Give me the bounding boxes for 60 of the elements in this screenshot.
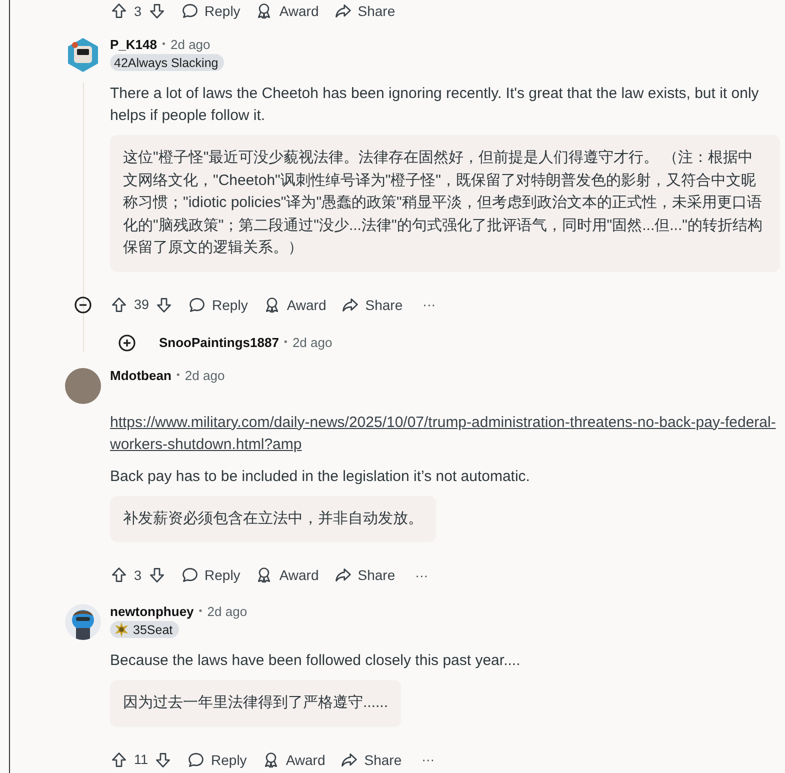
award-button[interactable]: Award xyxy=(255,566,319,584)
speech-bubble-icon xyxy=(188,296,206,314)
share-arrow-icon xyxy=(334,2,352,20)
flair-text: 35Seat xyxy=(133,622,173,636)
timestamp: 2d ago xyxy=(207,604,248,619)
username[interactable]: Mdotbean xyxy=(110,368,172,382)
comment-text: Because the laws have been followed closely this past year.... xyxy=(110,651,522,671)
reply-button[interactable]: Reply xyxy=(180,2,240,20)
downvote-button[interactable] xyxy=(148,1,166,21)
avatar-icon[interactable] xyxy=(65,604,101,640)
timestamp: 2d ago xyxy=(170,37,210,52)
timestamp: 2d ago xyxy=(184,368,225,382)
upvote-button[interactable] xyxy=(110,750,128,770)
vote-count: 11 xyxy=(134,752,148,767)
robot-avatar-icon[interactable] xyxy=(65,37,101,73)
translation-box: 补发薪资必须包含在立法中，并非自动发放。 xyxy=(110,496,436,542)
more-options-button[interactable]: ··· xyxy=(415,568,428,582)
comment-text: Back pay has to be included in the legislation it’s not automatic. xyxy=(110,466,531,486)
upvote-button[interactable] xyxy=(110,294,128,314)
translation-box: 因为过去一年里法律得到了严格遵守...... xyxy=(110,680,402,726)
more-options-button[interactable]: ··· xyxy=(422,752,435,767)
translation-box: 这位"橙子怪"最近可没少藐视法律。法律存在固然好，但前提是人们得遵守才行。 （注：根据中文网络文化，"Cheetoh"讽刺性绰号译为"橙子怪"，既保留了对特朗普发色的影射，又符合中文昵称习惯；"idiotic policies"译为"愚蠢的政策"稍显平淡，但考虑到政治文本的正式性，未采用更口语化的"脑残政策"；第二段通过"没少...法律"的句式强化了批评语气，同时用"固然...但..."的转折结构保留了原文的逻辑关系。） xyxy=(110,135,780,272)
expand-button[interactable] xyxy=(118,334,136,352)
avatar-photo-placeholder[interactable] xyxy=(65,368,101,404)
separator-dot: • xyxy=(176,370,180,380)
article-link[interactable]: https://www.military.com/daily-news/2025/10/07/trump-administration-threatens-no-back-pay-federal-workers-shutdown.html?amp xyxy=(110,412,785,456)
flair-text: 42Always Slacking xyxy=(114,56,218,70)
separator-dot: • xyxy=(198,606,202,617)
share-button[interactable]: Share xyxy=(340,750,402,768)
share-button[interactable]: Share xyxy=(334,2,396,20)
reply-button[interactable]: Reply xyxy=(187,750,247,768)
separator-dot: • xyxy=(284,337,288,348)
vote-count: 3 xyxy=(134,4,142,18)
collapse-button[interactable] xyxy=(74,296,92,314)
username[interactable]: newtonphuey xyxy=(110,604,194,619)
award-button[interactable]: Award xyxy=(255,2,319,20)
share-button[interactable]: Share xyxy=(341,296,403,314)
reply-button[interactable]: Reply xyxy=(188,296,248,314)
upvote-button[interactable] xyxy=(110,565,128,585)
share-button[interactable]: Share xyxy=(334,566,396,584)
downvote-button[interactable] xyxy=(148,565,166,585)
username[interactable]: SnooPaintings1887 xyxy=(159,335,279,350)
vote-count: 39 xyxy=(134,297,150,312)
username[interactable]: P_K148 xyxy=(110,37,157,52)
speech-bubble-icon xyxy=(187,750,206,768)
speech-bubble-icon xyxy=(180,2,199,20)
share-arrow-icon xyxy=(341,296,360,314)
vote-count: 3 xyxy=(134,568,142,582)
share-arrow-icon xyxy=(340,750,358,768)
separator-dot: • xyxy=(162,39,166,50)
sun-icon xyxy=(114,622,129,637)
upvote-button[interactable] xyxy=(110,1,128,21)
timestamp: 2d ago xyxy=(292,335,332,350)
reply-button[interactable]: Reply xyxy=(180,566,240,584)
comment-text: There a lot of laws the Cheetoh has been ignoring recently. It's great that the law exists, but it only helps if people follow it. xyxy=(110,84,760,126)
more-options-button[interactable]: ··· xyxy=(422,297,436,312)
award-button[interactable]: Award xyxy=(262,296,326,314)
award-button[interactable]: Award xyxy=(262,750,326,768)
speech-bubble-icon xyxy=(180,566,199,584)
share-arrow-icon xyxy=(334,566,352,584)
